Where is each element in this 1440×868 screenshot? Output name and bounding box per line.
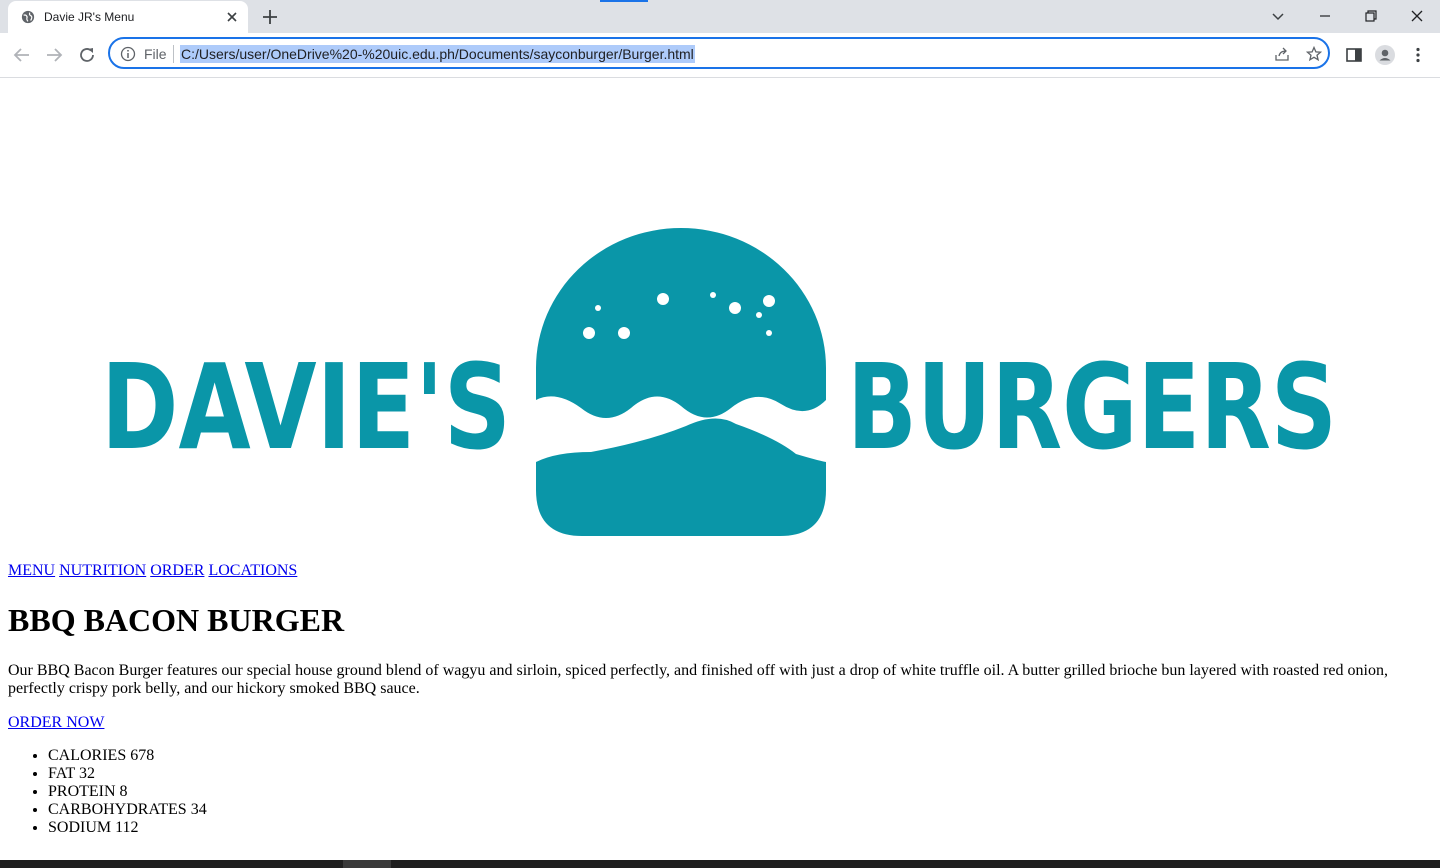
url-text[interactable]: C:/Users/user/OneDrive%20-%20uic.edu.ph/… — [180, 45, 695, 63]
nav-link-locations[interactable]: LOCATIONS — [208, 562, 297, 579]
close-tab-icon[interactable] — [224, 9, 240, 25]
bookmark-star-icon[interactable] — [1306, 46, 1322, 62]
close-window-icon[interactable] — [1407, 6, 1427, 26]
order-now-link[interactable]: ORDER NOW — [8, 714, 104, 732]
address-separator — [173, 45, 174, 63]
logo-word-davies: DAVIE'S — [101, 338, 511, 476]
profile-avatar-icon[interactable] — [1375, 45, 1395, 65]
browser-tab[interactable]: Davie JR's Menu — [8, 1, 248, 33]
nutrition-item-protein: PROTEIN 8 — [48, 783, 207, 801]
file-scheme-label: File — [144, 46, 167, 62]
davies-burgers-logo: DAVIE'S BURGERS — [101, 228, 1337, 536]
side-panel-icon[interactable] — [1344, 45, 1364, 65]
address-bar[interactable]: File C:/Users/user/OneDrive%20-%20uic.ed… — [108, 37, 1330, 69]
tab-strip-indicator — [600, 0, 648, 2]
site-info-icon[interactable] — [120, 46, 136, 62]
main-nav: MENU NUTRITION ORDER LOCATIONS — [8, 562, 297, 580]
nav-link-menu[interactable]: MENU — [8, 562, 55, 579]
nutrition-item-calories: CALORIES 678 — [48, 747, 207, 765]
browser-toolbar: File C:/Users/user/OneDrive%20-%20uic.ed… — [0, 33, 1440, 78]
nav-link-nutrition[interactable]: NUTRITION — [59, 562, 146, 579]
minimize-icon[interactable] — [1315, 6, 1335, 26]
new-tab-icon[interactable] — [260, 7, 280, 27]
menu-dots-icon[interactable] — [1408, 45, 1428, 65]
back-arrow-icon[interactable] — [11, 44, 33, 66]
product-description: Our BBQ Bacon Burger features our specia… — [8, 662, 1388, 697]
tab-strip: Davie JR's Menu — [0, 0, 1440, 33]
reload-icon[interactable] — [76, 44, 98, 66]
globe-icon — [21, 10, 35, 24]
tab-title: Davie JR's Menu — [44, 10, 135, 24]
restore-icon[interactable] — [1361, 6, 1381, 26]
logo-word-burgers: BURGERS — [847, 338, 1337, 476]
taskbar-active-app[interactable] — [343, 860, 391, 868]
burger-icon — [536, 228, 826, 536]
nutrition-list: CALORIES 678 FAT 32 PROTEIN 8 CARBOHYDRA… — [8, 747, 207, 837]
nav-link-order[interactable]: ORDER — [150, 562, 204, 579]
forward-arrow-icon[interactable] — [43, 44, 65, 66]
product-title: BBQ BACON BURGER — [8, 602, 345, 638]
nutrition-item-carbohydrates: CARBOHYDRATES 34 — [48, 801, 207, 819]
share-icon[interactable] — [1274, 46, 1290, 62]
tab-search-icon[interactable] — [1268, 6, 1288, 26]
page-content: DAVIE'S BURGERS MENU NUTRITION ORDER LOC… — [0, 78, 1440, 860]
os-taskbar — [0, 860, 1440, 868]
nutrition-item-sodium: SODIUM 112 — [48, 819, 207, 837]
nutrition-item-fat: FAT 32 — [48, 765, 207, 783]
